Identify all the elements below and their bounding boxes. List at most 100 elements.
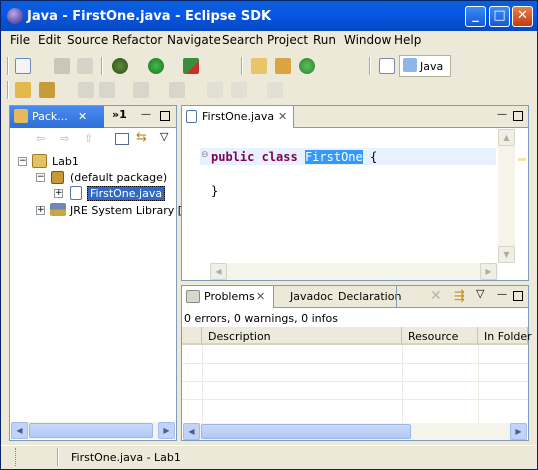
menu-help[interactable]: Help — [394, 33, 421, 47]
status-text: FirstOne.java - Lab1 — [71, 451, 181, 464]
menu-source[interactable]: Source — [67, 33, 108, 47]
collapse-all-icon[interactable] — [115, 133, 129, 145]
scroll-up-icon[interactable]: ▲ — [498, 129, 515, 146]
close-tab-icon[interactable]: ✕ — [256, 290, 265, 303]
run-icon[interactable] — [148, 58, 164, 74]
new-java-project-icon[interactable] — [251, 58, 267, 74]
view-overflow-menu[interactable]: »1 — [112, 108, 127, 121]
tab-declaration[interactable]: Declaration — [338, 290, 401, 303]
scroll-left-icon[interactable]: ◀ — [11, 422, 28, 439]
problems-table: Description Resource In Folder — [182, 327, 532, 423]
open-type-icon[interactable] — [15, 82, 31, 98]
menu-window[interactable]: Window — [344, 33, 391, 47]
toggle-mark-icon[interactable] — [78, 82, 94, 98]
minimize-view-icon[interactable]: — — [496, 110, 508, 122]
menu-refactor[interactable]: Refactor — [112, 33, 162, 47]
maximize-button[interactable]: □ — [489, 6, 510, 27]
column-header-resource[interactable]: Resource — [402, 327, 478, 345]
prev-annotation-icon[interactable] — [169, 82, 185, 98]
tab-firstone-java[interactable]: FirstOne.java ✕ — [182, 106, 294, 128]
scroll-left-icon[interactable]: ◀ — [183, 423, 200, 440]
problems-hscrollbar[interactable]: ◀ ▶ — [183, 423, 527, 440]
next-annotation-icon[interactable] — [133, 82, 149, 98]
filter-icon[interactable]: ⇶ — [454, 289, 465, 304]
scroll-right-icon[interactable]: ▶ — [480, 263, 497, 280]
show-whitespace-icon[interactable] — [99, 82, 115, 98]
expand-expander-icon[interactable]: + — [54, 189, 63, 198]
search-icon[interactable] — [39, 82, 55, 98]
problems-view: Problems ✕ Javadoc Declaration ✕ ⇶ ▽ — 0… — [181, 285, 532, 441]
menu-edit[interactable]: Edit — [38, 33, 61, 47]
new-class-icon[interactable] — [299, 58, 315, 74]
new-package-icon[interactable] — [275, 58, 291, 74]
menu-navigate[interactable]: Navigate — [167, 33, 221, 47]
editor-view: FirstOne.java ✕ — ⊖ public class FirstOn… — [181, 105, 529, 281]
back-icon[interactable] — [207, 82, 223, 98]
editor-tabstrip: FirstOne.java ✕ — — [182, 106, 528, 128]
maximize-view-icon[interactable] — [513, 111, 523, 121]
window-title: Java - FirstOne.java - Eclipse SDK — [27, 9, 272, 24]
column-header-icon[interactable] — [182, 327, 202, 345]
editor-vscrollbar[interactable]: ▲ ▼ — [498, 129, 515, 263]
up-nav-icon[interactable]: ⇧ — [84, 132, 93, 145]
print-icon[interactable] — [77, 58, 93, 74]
close-tab-icon[interactable]: ✕ — [78, 110, 87, 123]
minimize-button[interactable]: _ — [465, 6, 486, 27]
code-line-2[interactable]: } — [211, 184, 218, 198]
menu-run[interactable]: Run — [313, 33, 336, 47]
minimize-view-icon[interactable]: — — [496, 290, 508, 302]
scroll-thumb[interactable] — [29, 423, 153, 438]
tab-problems[interactable]: Problems ✕ — [182, 286, 274, 308]
scroll-down-icon[interactable]: ▼ — [498, 246, 515, 263]
collapse-expander-icon[interactable]: − — [18, 157, 27, 166]
editor-hscrollbar[interactable]: ◀ ▶ — [210, 263, 498, 280]
new-icon[interactable] — [15, 58, 31, 74]
tree-item-label: (default package) — [70, 171, 168, 184]
close-button[interactable]: ✕ — [512, 6, 533, 27]
debug-icon[interactable] — [112, 58, 128, 74]
column-header-description[interactable]: Description — [202, 327, 402, 345]
minimize-view-icon[interactable]: — — [140, 110, 152, 122]
editor-ruler — [182, 129, 200, 279]
status-bar: FirstOne.java - Lab1 — [1, 445, 537, 469]
tab-problems-label: Problems — [204, 290, 255, 303]
save-icon[interactable] — [54, 58, 70, 74]
scroll-right-icon[interactable]: ▶ — [158, 422, 175, 439]
perspective-java-button[interactable]: Java — [399, 55, 451, 77]
remove-all-icon[interactable]: ✕ — [430, 288, 442, 304]
grid-line — [478, 345, 479, 423]
column-header-in-folder[interactable]: In Folder — [478, 327, 532, 345]
package-explorer-hscrollbar[interactable]: ◀ ▶ — [11, 422, 175, 439]
maximize-view-icon[interactable] — [513, 291, 523, 301]
collapse-expander-icon[interactable]: − — [36, 173, 45, 182]
back-nav-icon[interactable]: ⇦ — [36, 132, 45, 145]
scroll-right-icon[interactable]: ▶ — [510, 423, 527, 440]
expand-expander-icon[interactable]: + — [36, 206, 45, 215]
keyword-public: public — [211, 150, 255, 164]
open-perspective-icon[interactable] — [379, 58, 395, 74]
tab-package-explorer[interactable]: Pack... ✕ — [10, 106, 104, 128]
tab-package-explorer-label: Pack... — [32, 110, 68, 123]
code-line-1[interactable]: public class FirstOne { — [211, 150, 377, 164]
link-with-editor-icon[interactable]: ⇆ — [136, 130, 147, 145]
close-tab-icon[interactable]: ✕ — [278, 110, 287, 123]
tab-javadoc[interactable]: Javadoc — [290, 290, 333, 303]
tree-item-label: FirstOne.java — [87, 186, 166, 201]
maximize-view-icon[interactable] — [160, 111, 170, 121]
last-edit-icon[interactable] — [231, 82, 247, 98]
toolbar-grip — [7, 57, 9, 75]
forward-icon[interactable] — [267, 82, 283, 98]
forward-nav-icon[interactable]: ⇨ — [60, 132, 69, 145]
scroll-thumb[interactable] — [201, 424, 411, 439]
package-explorer-view: Pack... ✕ »1 — ⇦ ⇨ ⇧ ⇆ ▽ − Lab1 − (defau… — [9, 105, 185, 441]
menu-search[interactable]: Search — [222, 33, 263, 47]
view-menu-icon[interactable]: ▽ — [160, 130, 168, 143]
title-bar[interactable]: Java - FirstOne.java - Eclipse SDK _ □ ✕ — [1, 1, 537, 31]
menu-file[interactable]: File — [10, 33, 30, 47]
scroll-left-icon[interactable]: ◀ — [210, 263, 227, 280]
external-tools-icon[interactable] — [183, 58, 199, 74]
tree-item-label: Lab1 — [52, 155, 79, 168]
menu-project[interactable]: Project — [267, 33, 308, 47]
view-menu-icon[interactable]: ▽ — [476, 287, 484, 300]
fold-icon[interactable]: ⊖ — [201, 150, 209, 160]
